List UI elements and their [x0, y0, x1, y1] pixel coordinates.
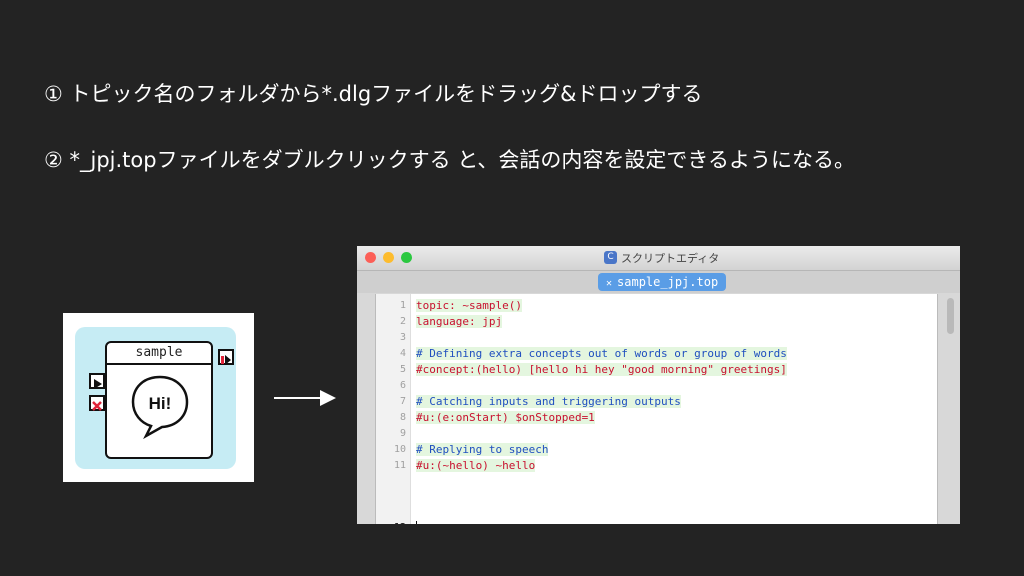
minimize-window-button[interactable] [383, 252, 394, 263]
right-arrow-icon [274, 390, 336, 406]
behavior-box-title: sample [135, 345, 183, 360]
code-line: #u:(e:onStart) $onStopped=1 [416, 411, 595, 424]
editor-titlebar: C スクリプトエディタ [357, 246, 960, 271]
code-line-comment: # Replying to speech [416, 443, 549, 456]
line-number: 2 [399, 316, 406, 327]
line-number: 9 [399, 428, 406, 439]
bubble-text: Hi! [149, 394, 172, 413]
step-2-text: ② *_jpj.topファイルをダブルクリックする と、会話の内容を設定できるよ… [44, 148, 856, 172]
editor-app-icon: C [604, 251, 617, 264]
stop-icon[interactable] [89, 395, 105, 411]
tab-sample-jpj-top[interactable]: ✕ sample_jpj.top [598, 273, 727, 291]
behavior-box-image: sample Hi! [63, 313, 254, 482]
editor-app-title: スクリプトエディタ [621, 252, 720, 265]
tab-label: sample_jpj.top [617, 275, 719, 289]
close-window-button[interactable] [365, 252, 376, 263]
play-icon[interactable] [89, 373, 105, 389]
line-number: 5 [399, 364, 406, 375]
behavior-box-card: sample Hi! [105, 341, 213, 459]
line-number: 4 [399, 348, 406, 359]
text-cursor [416, 521, 417, 524]
line-number: 10 [393, 444, 406, 455]
line-number: 6 [399, 380, 406, 391]
script-editor-window: C スクリプトエディタ ✕ sample_jpj.top 1 2 3 4 5 6 … [357, 246, 960, 524]
line-number: 3 [399, 332, 406, 343]
vertical-scrollbar[interactable] [947, 298, 954, 334]
code-line: #u:(~hello) ~hello [416, 459, 536, 472]
speech-bubble-icon: Hi! [131, 375, 189, 439]
code-line-comment: # Defining extra concepts out of words o… [416, 347, 787, 360]
output-icon[interactable] [218, 349, 234, 365]
code-editor[interactable]: 1 2 3 4 5 6 7 8 9 10 11 12 topic: ~sampl… [375, 294, 938, 524]
tab-close-icon[interactable]: ✕ [606, 278, 612, 289]
behavior-box-divider [107, 363, 211, 365]
maximize-window-button[interactable] [401, 252, 412, 263]
editor-tab-bar: ✕ sample_jpj.top [357, 271, 960, 293]
line-number: 7 [399, 396, 406, 407]
code-line: topic: ~sample() [416, 299, 522, 312]
line-number: 1 [399, 300, 406, 311]
line-number-gutter: 1 2 3 4 5 6 7 8 9 10 11 12 [376, 294, 411, 524]
line-number: 8 [399, 412, 406, 423]
line-number-current: 12 [376, 522, 406, 524]
line-number: 11 [393, 460, 406, 471]
behavior-box-background: sample Hi! [75, 327, 236, 469]
code-line: language: jpj [416, 315, 503, 328]
code-line: #concept:(hello) [hello hi hey "good mor… [416, 363, 787, 376]
code-line-comment: # Catching inputs and triggering outputs [416, 395, 681, 408]
step-1-text: ① トピック名のフォルダから*.dlgファイルをドラッグ&ドロップする [44, 82, 703, 106]
